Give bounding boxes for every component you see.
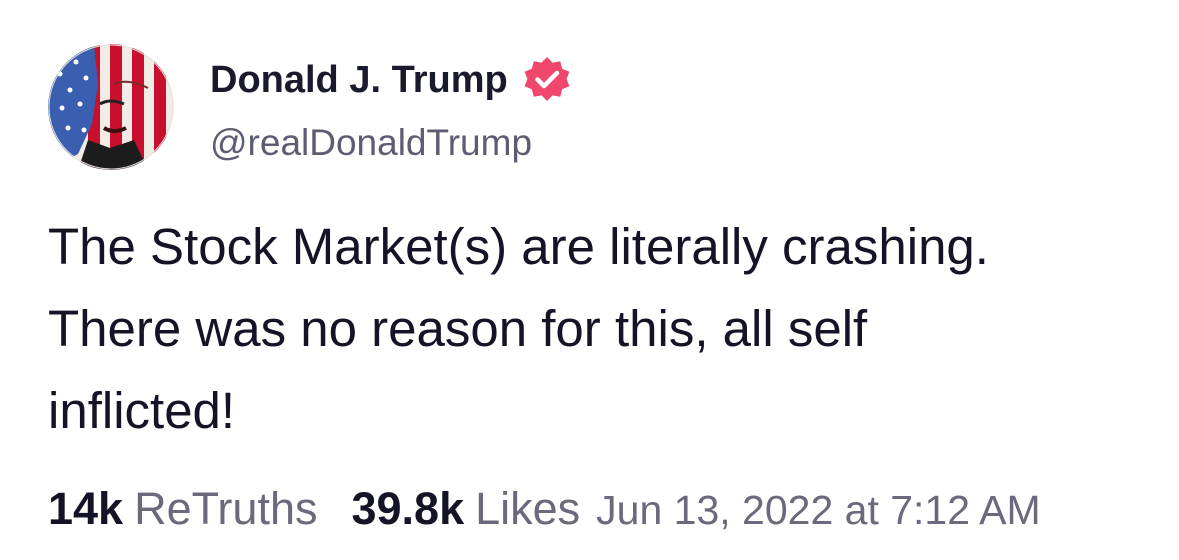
post-body-line: There was no reason for this, all self: [48, 300, 868, 357]
post-timestamp: Jun 13, 2022 at 7:12 AM: [596, 487, 1041, 533]
post-body-line: inflicted!: [48, 382, 236, 439]
retruths-count[interactable]: 14k: [48, 486, 123, 531]
author-handle[interactable]: @realDonaldTrump: [210, 124, 532, 161]
portrait-flag-avatar-icon: [48, 44, 174, 170]
avatar[interactable]: [48, 44, 174, 170]
post-body-line: The Stock Market(s) are literally crashi…: [48, 218, 989, 275]
likes-label[interactable]: Likes: [475, 486, 580, 531]
truth-post: Donald J. Trump @realDonaldTrump The Sto…: [0, 0, 1179, 560]
retruths-label[interactable]: ReTruths: [134, 486, 317, 531]
post-body: The Stock Market(s) are literally crashi…: [48, 206, 1148, 452]
verified-badge-icon: [524, 57, 570, 101]
display-name[interactable]: Donald J. Trump: [210, 61, 508, 99]
likes-count[interactable]: 39.8k: [351, 486, 464, 531]
post-stats: 14k ReTruths 39.8k Likes Jun 13, 2022 at…: [48, 486, 1041, 531]
author-row: Donald J. Trump: [210, 56, 572, 104]
